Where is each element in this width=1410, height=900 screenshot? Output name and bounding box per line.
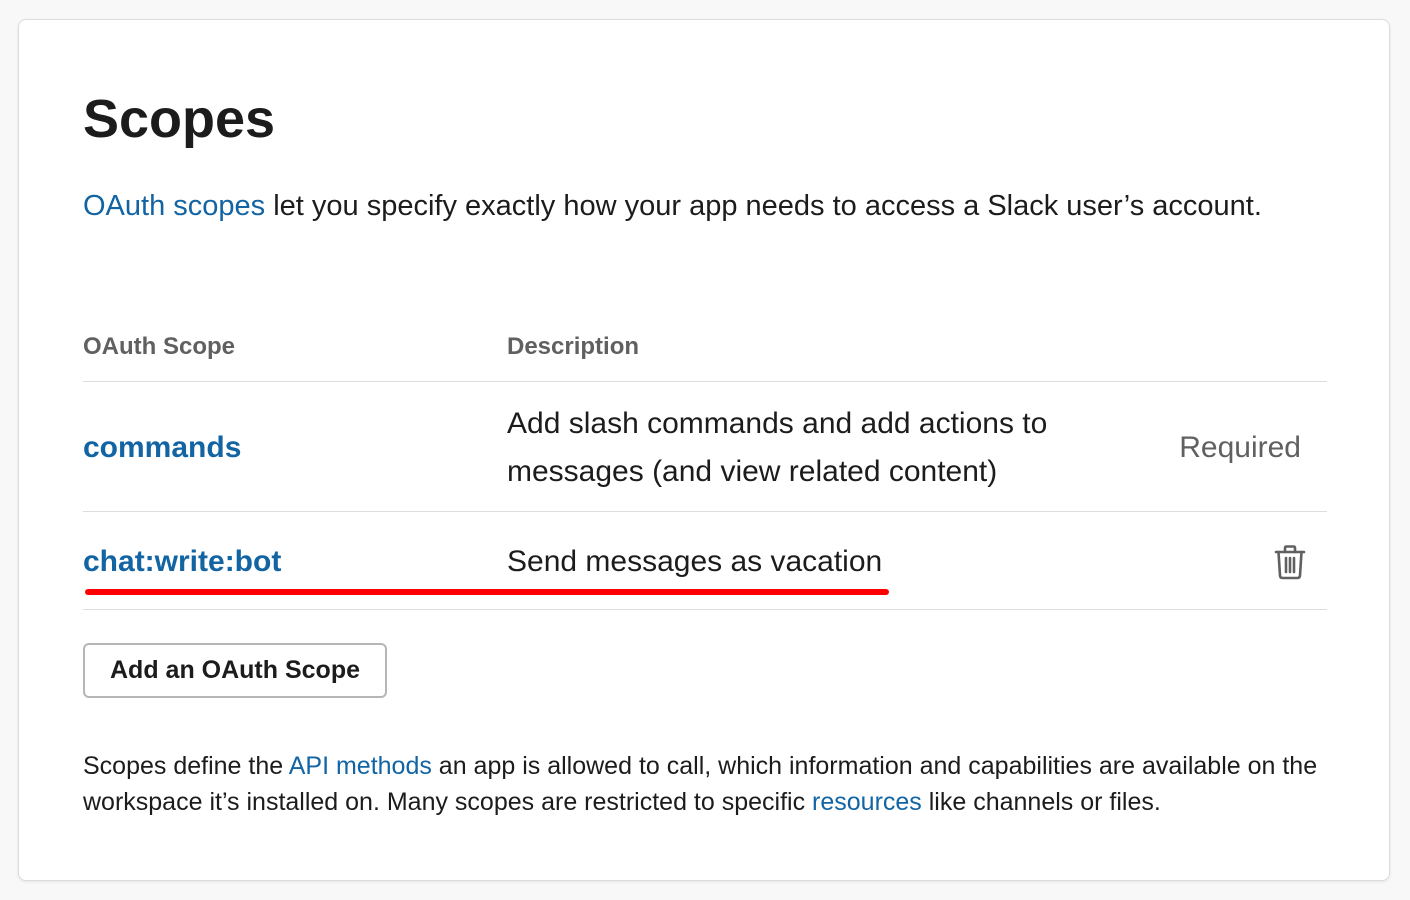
column-header-scope: OAuth Scope [83, 333, 236, 360]
intro-text: OAuth scopes let you specify exactly how… [83, 182, 1263, 230]
trash-icon[interactable] [1273, 544, 1307, 580]
scope-link-commands[interactable]: commands [83, 428, 241, 468]
highlight-underline [85, 589, 889, 595]
required-label: Required [1179, 431, 1301, 464]
page-title: Scopes [83, 89, 276, 149]
oauth-scopes-link[interactable]: OAuth scopes [83, 190, 265, 222]
scope-description: Add slash commands and add actions to me… [507, 407, 1048, 488]
footnote-text: like channels or files. [921, 788, 1161, 816]
add-oauth-scope-button[interactable]: Add an OAuth Scope [83, 643, 387, 698]
column-header-description: Description [507, 333, 640, 360]
intro-body: let you specify exactly how your app nee… [265, 190, 1262, 222]
api-methods-link[interactable]: API methods [289, 752, 432, 780]
scope-description: Send messages as vacation [507, 545, 883, 578]
table-divider [83, 381, 1327, 382]
scopes-card: Scopes OAuth scopes let you specify exac… [18, 19, 1390, 881]
resources-link[interactable]: resources [812, 788, 922, 816]
table-divider [83, 609, 1327, 610]
footnote-text: Scopes define the [83, 752, 289, 780]
table-divider [83, 511, 1327, 512]
scopes-footnote: Scopes define the API methods an app is … [83, 748, 1323, 820]
scope-link-chat-write-bot[interactable]: chat:write:bot [83, 542, 281, 582]
